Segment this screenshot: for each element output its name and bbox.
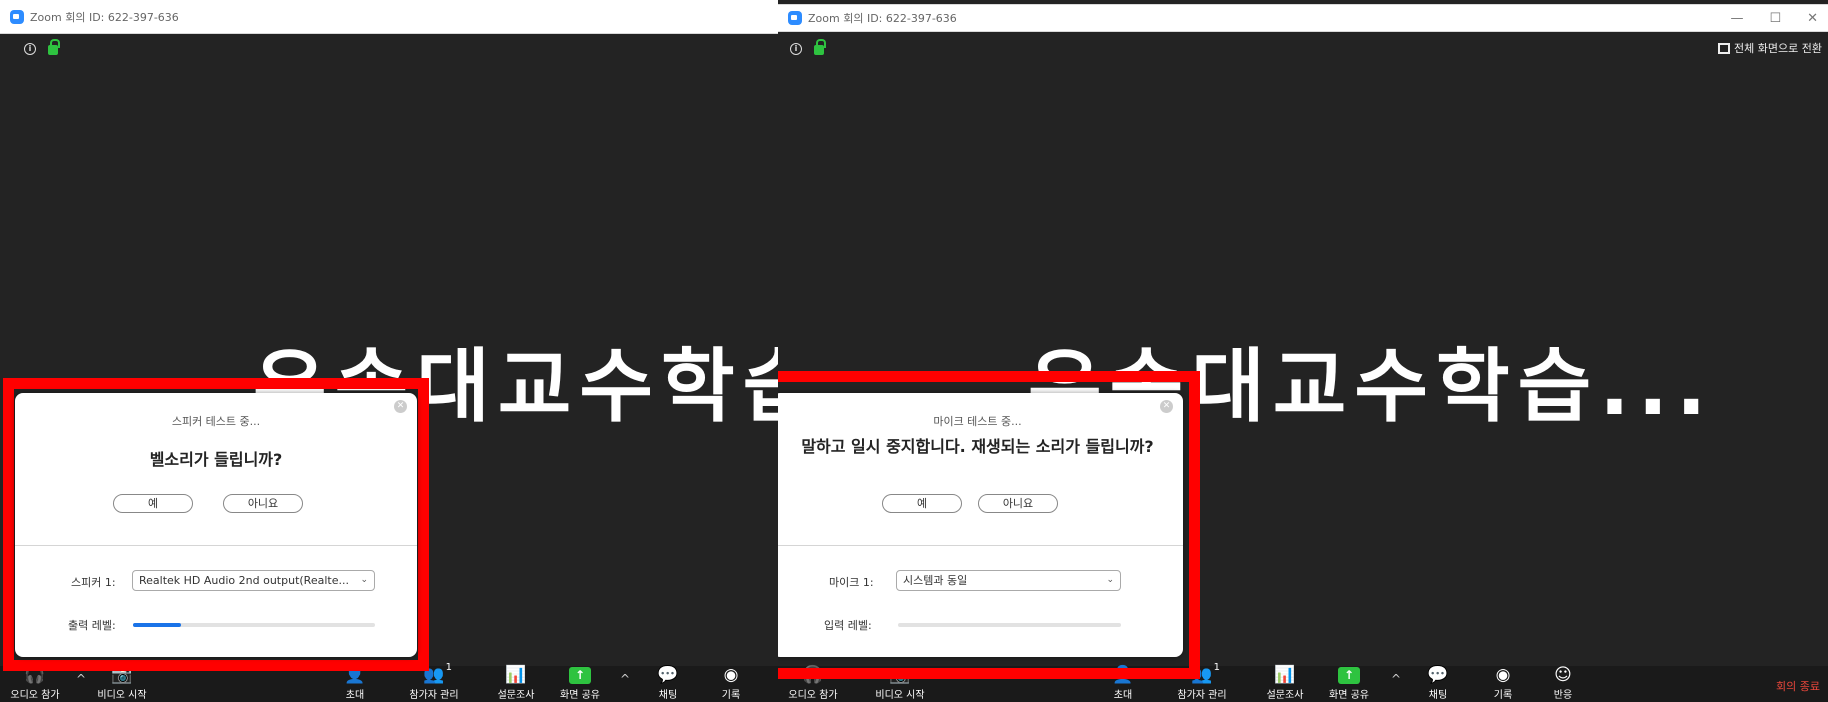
microphone-select-value: 시스템과 동일 bbox=[903, 574, 968, 587]
chat-button[interactable]: 💬 채팅 bbox=[636, 664, 700, 701]
microphone-label: 마이크 1: bbox=[829, 576, 874, 589]
zoom-logo-icon bbox=[10, 9, 24, 24]
info-icon[interactable]: i bbox=[24, 42, 36, 55]
share-screen-icon-wrap: ↑ bbox=[548, 664, 612, 686]
share-options-caret-icon[interactable]: ^ bbox=[620, 672, 630, 686]
record-button[interactable]: ◉ 기록 bbox=[1471, 664, 1535, 701]
share-screen-button[interactable]: ↑ 화면 공유 bbox=[548, 664, 612, 701]
minimize-icon[interactable]: — bbox=[1730, 11, 1743, 26]
share-arrow-icon: ↑ bbox=[569, 666, 591, 684]
dialog-divider bbox=[15, 545, 417, 546]
input-level-label: 입력 레벨: bbox=[824, 619, 872, 632]
participants-count: 1 bbox=[445, 662, 452, 673]
zoom-logo-icon bbox=[788, 11, 802, 25]
no-button[interactable]: 아니요 bbox=[223, 494, 303, 513]
polls-label: 설문조사 bbox=[1266, 690, 1304, 701]
yes-button[interactable]: 예 bbox=[882, 494, 962, 513]
invite-label: 초대 bbox=[345, 690, 365, 701]
close-window-icon[interactable]: ✕ bbox=[1807, 11, 1818, 26]
dialog-question: 벨소리가 들립니까? bbox=[149, 450, 283, 469]
chat-label: 채팅 bbox=[1428, 690, 1448, 701]
participants-count: 1 bbox=[1213, 662, 1220, 673]
chevron-down-icon: ⌄ bbox=[1106, 575, 1114, 585]
speaker-test-dialog: ✕ 스피커 테스트 중... 벨소리가 들립니까? 예 아니요 스피커 1: R… bbox=[15, 393, 417, 657]
invite-label: 초대 bbox=[1113, 690, 1133, 701]
share-screen-icon-wrap: ↑ bbox=[1317, 664, 1381, 686]
fullscreen-button[interactable]: 전체 화면으로 전환 bbox=[1718, 40, 1822, 56]
audio-options-caret-icon[interactable]: ^ bbox=[76, 672, 86, 686]
output-level-meter bbox=[133, 623, 375, 627]
output-level-label: 출력 레벨: bbox=[68, 619, 116, 632]
share-arrow-icon: ↑ bbox=[1338, 666, 1360, 684]
manage-participants-label: 참가자 관리 bbox=[409, 690, 459, 701]
start-video-label: 비디오 시작 bbox=[875, 690, 925, 701]
window-title: Zoom 회의 ID: 622-397-636 bbox=[808, 12, 957, 25]
record-label: 기록 bbox=[721, 690, 741, 701]
maximize-icon[interactable]: ☐ bbox=[1769, 11, 1781, 26]
start-video-label: 비디오 시작 bbox=[97, 690, 147, 701]
join-audio-label: 오디오 참가 bbox=[10, 690, 60, 701]
lock-icon[interactable] bbox=[48, 39, 60, 55]
chat-button[interactable]: 💬 채팅 bbox=[1406, 664, 1470, 701]
bar-chart-icon: 📊 bbox=[505, 665, 527, 685]
left-zoom-window: Zoom 회의 ID: 622-397-636 i 우송대교수학습 🎧 오디오 … bbox=[0, 0, 778, 702]
chat-bubble-icon: 💬 bbox=[657, 665, 679, 685]
record-label: 기록 bbox=[1493, 690, 1513, 701]
manage-participants-label: 참가자 관리 bbox=[1177, 690, 1227, 701]
close-icon[interactable]: ✕ bbox=[1160, 400, 1173, 413]
record-button[interactable]: ◉ 기록 bbox=[699, 664, 763, 701]
smiley-icon: ☺ bbox=[1554, 665, 1572, 685]
record-icon: ◉ bbox=[723, 665, 739, 685]
info-icon[interactable]: i bbox=[790, 42, 802, 55]
share-screen-button[interactable]: ↑ 화면 공유 bbox=[1317, 664, 1381, 701]
share-options-caret-icon[interactable]: ^ bbox=[1391, 672, 1401, 686]
right-zoom-window: Zoom 회의 ID: 622-397-636 — ☐ ✕ i 전체 화면으로 … bbox=[778, 0, 1828, 702]
yes-button[interactable]: 예 bbox=[113, 494, 193, 513]
share-screen-label: 화면 공유 bbox=[560, 690, 600, 701]
window-title: Zoom 회의 ID: 622-397-636 bbox=[30, 10, 179, 24]
reactions-label: 반응 bbox=[1553, 690, 1573, 701]
reactions-button[interactable]: ☺ 반응 bbox=[1531, 664, 1595, 701]
chat-label: 채팅 bbox=[658, 690, 678, 701]
share-screen-label: 화면 공유 bbox=[1329, 690, 1369, 701]
end-meeting-button[interactable]: 회의 종료 bbox=[1776, 678, 1820, 694]
record-icon: ◉ bbox=[1495, 665, 1511, 685]
lock-icon[interactable] bbox=[814, 39, 826, 55]
input-level-meter bbox=[898, 623, 1121, 627]
meeting-toolbar: 🎧 오디오 참가 ^ 📷 비디오 시작 👤 초대 👥 1 참가자 관리 📊 설문조… bbox=[0, 662, 778, 702]
polls-button[interactable]: 📊 설문조사 bbox=[1253, 664, 1317, 701]
mic-test-dialog: ✕ 마이크 테스트 중... 말하고 일시 중지합니다. 재생되는 소리가 들립… bbox=[778, 393, 1183, 657]
chevron-down-icon: ⌄ bbox=[360, 575, 368, 585]
fullscreen-label: 전체 화면으로 전환 bbox=[1734, 42, 1822, 55]
bar-chart-icon: 📊 bbox=[1274, 665, 1296, 685]
title-bar: Zoom 회의 ID: 622-397-636 — ☐ ✕ bbox=[778, 4, 1828, 32]
polls-label: 설문조사 bbox=[497, 690, 535, 701]
fullscreen-icon bbox=[1718, 42, 1731, 54]
chat-bubble-icon: 💬 bbox=[1427, 665, 1449, 685]
speaker-label: 스피커 1: bbox=[71, 576, 116, 589]
microphone-select[interactable]: 시스템과 동일 ⌄ bbox=[896, 570, 1121, 591]
title-bar: Zoom 회의 ID: 622-397-636 bbox=[0, 0, 778, 34]
speaker-select[interactable]: Realtek HD Audio 2nd output(Realte... ⌄ bbox=[132, 570, 375, 591]
output-level-fill bbox=[133, 623, 182, 627]
close-icon[interactable]: ✕ bbox=[394, 400, 407, 413]
dialog-subtitle: 마이크 테스트 중... bbox=[933, 415, 1022, 428]
no-button[interactable]: 아니요 bbox=[978, 494, 1058, 513]
join-audio-label: 오디오 참가 bbox=[788, 690, 838, 701]
speaker-select-value: Realtek HD Audio 2nd output(Realte... bbox=[139, 574, 349, 587]
dialog-question: 말하고 일시 중지합니다. 재생되는 소리가 들립니까? bbox=[801, 437, 1154, 456]
polls-button[interactable]: 📊 설문조사 bbox=[484, 664, 548, 701]
dialog-subtitle: 스피커 테스트 중... bbox=[171, 415, 261, 428]
dialog-divider bbox=[778, 545, 1183, 546]
